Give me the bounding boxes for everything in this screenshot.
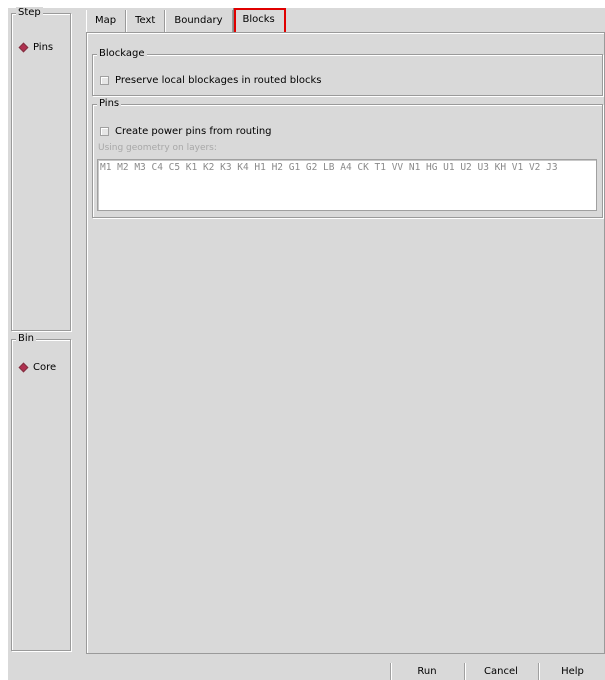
step-group: Step Pins xyxy=(11,7,71,331)
pins-group-title: Pins xyxy=(97,98,122,110)
step-radio-pins-label: Pins xyxy=(33,42,54,53)
step-radio-pins[interactable]: Pins xyxy=(18,42,54,53)
tab-boundary[interactable]: Boundary xyxy=(165,10,233,32)
pins-group: Pins Create power pins from routing Usin… xyxy=(92,98,603,218)
layers-hint: Using geometry on layers: xyxy=(98,143,217,153)
bin-group: Bin Core xyxy=(11,333,71,651)
button-bar: Run Cancel Help xyxy=(8,654,605,680)
preserve-blockages-checkbox[interactable]: Preserve local blockages in routed block… xyxy=(100,75,321,86)
step-group-title: Step xyxy=(16,7,43,19)
dialog-window: Step Pins Bin Core Map Text Boundary Blo… xyxy=(8,7,605,680)
tab-blocks[interactable]: Blocks xyxy=(232,8,285,33)
run-button[interactable]: Run xyxy=(390,663,463,680)
checkbox-icon xyxy=(100,76,109,85)
bin-group-title: Bin xyxy=(16,333,36,345)
blocks-tab-panel: Blockage Preserve local blockages in rou… xyxy=(86,32,605,654)
bin-radio-core-label: Core xyxy=(33,362,57,373)
checkbox-icon xyxy=(100,127,109,136)
power-pins-label: Create power pins from routing xyxy=(115,126,272,137)
help-button[interactable]: Help xyxy=(538,663,605,680)
blockage-group-title: Blockage xyxy=(97,48,147,60)
tab-map[interactable]: Map xyxy=(86,10,127,32)
tab-bar: Map Text Boundary Blocks xyxy=(86,8,285,33)
bin-radio-core[interactable]: Core xyxy=(18,362,57,373)
tab-text[interactable]: Text xyxy=(126,10,166,32)
radio-selected-icon xyxy=(18,42,29,53)
layers-field[interactable]: M1 M2 M3 C4 C5 K1 K2 K3 K4 H1 H2 G1 G2 L… xyxy=(97,159,597,211)
preserve-blockages-label: Preserve local blockages in routed block… xyxy=(115,75,322,86)
radio-selected-icon xyxy=(18,362,29,373)
cancel-button[interactable]: Cancel xyxy=(464,663,537,680)
blockage-group: Blockage Preserve local blockages in rou… xyxy=(92,48,603,96)
power-pins-checkbox[interactable]: Create power pins from routing xyxy=(100,126,272,137)
